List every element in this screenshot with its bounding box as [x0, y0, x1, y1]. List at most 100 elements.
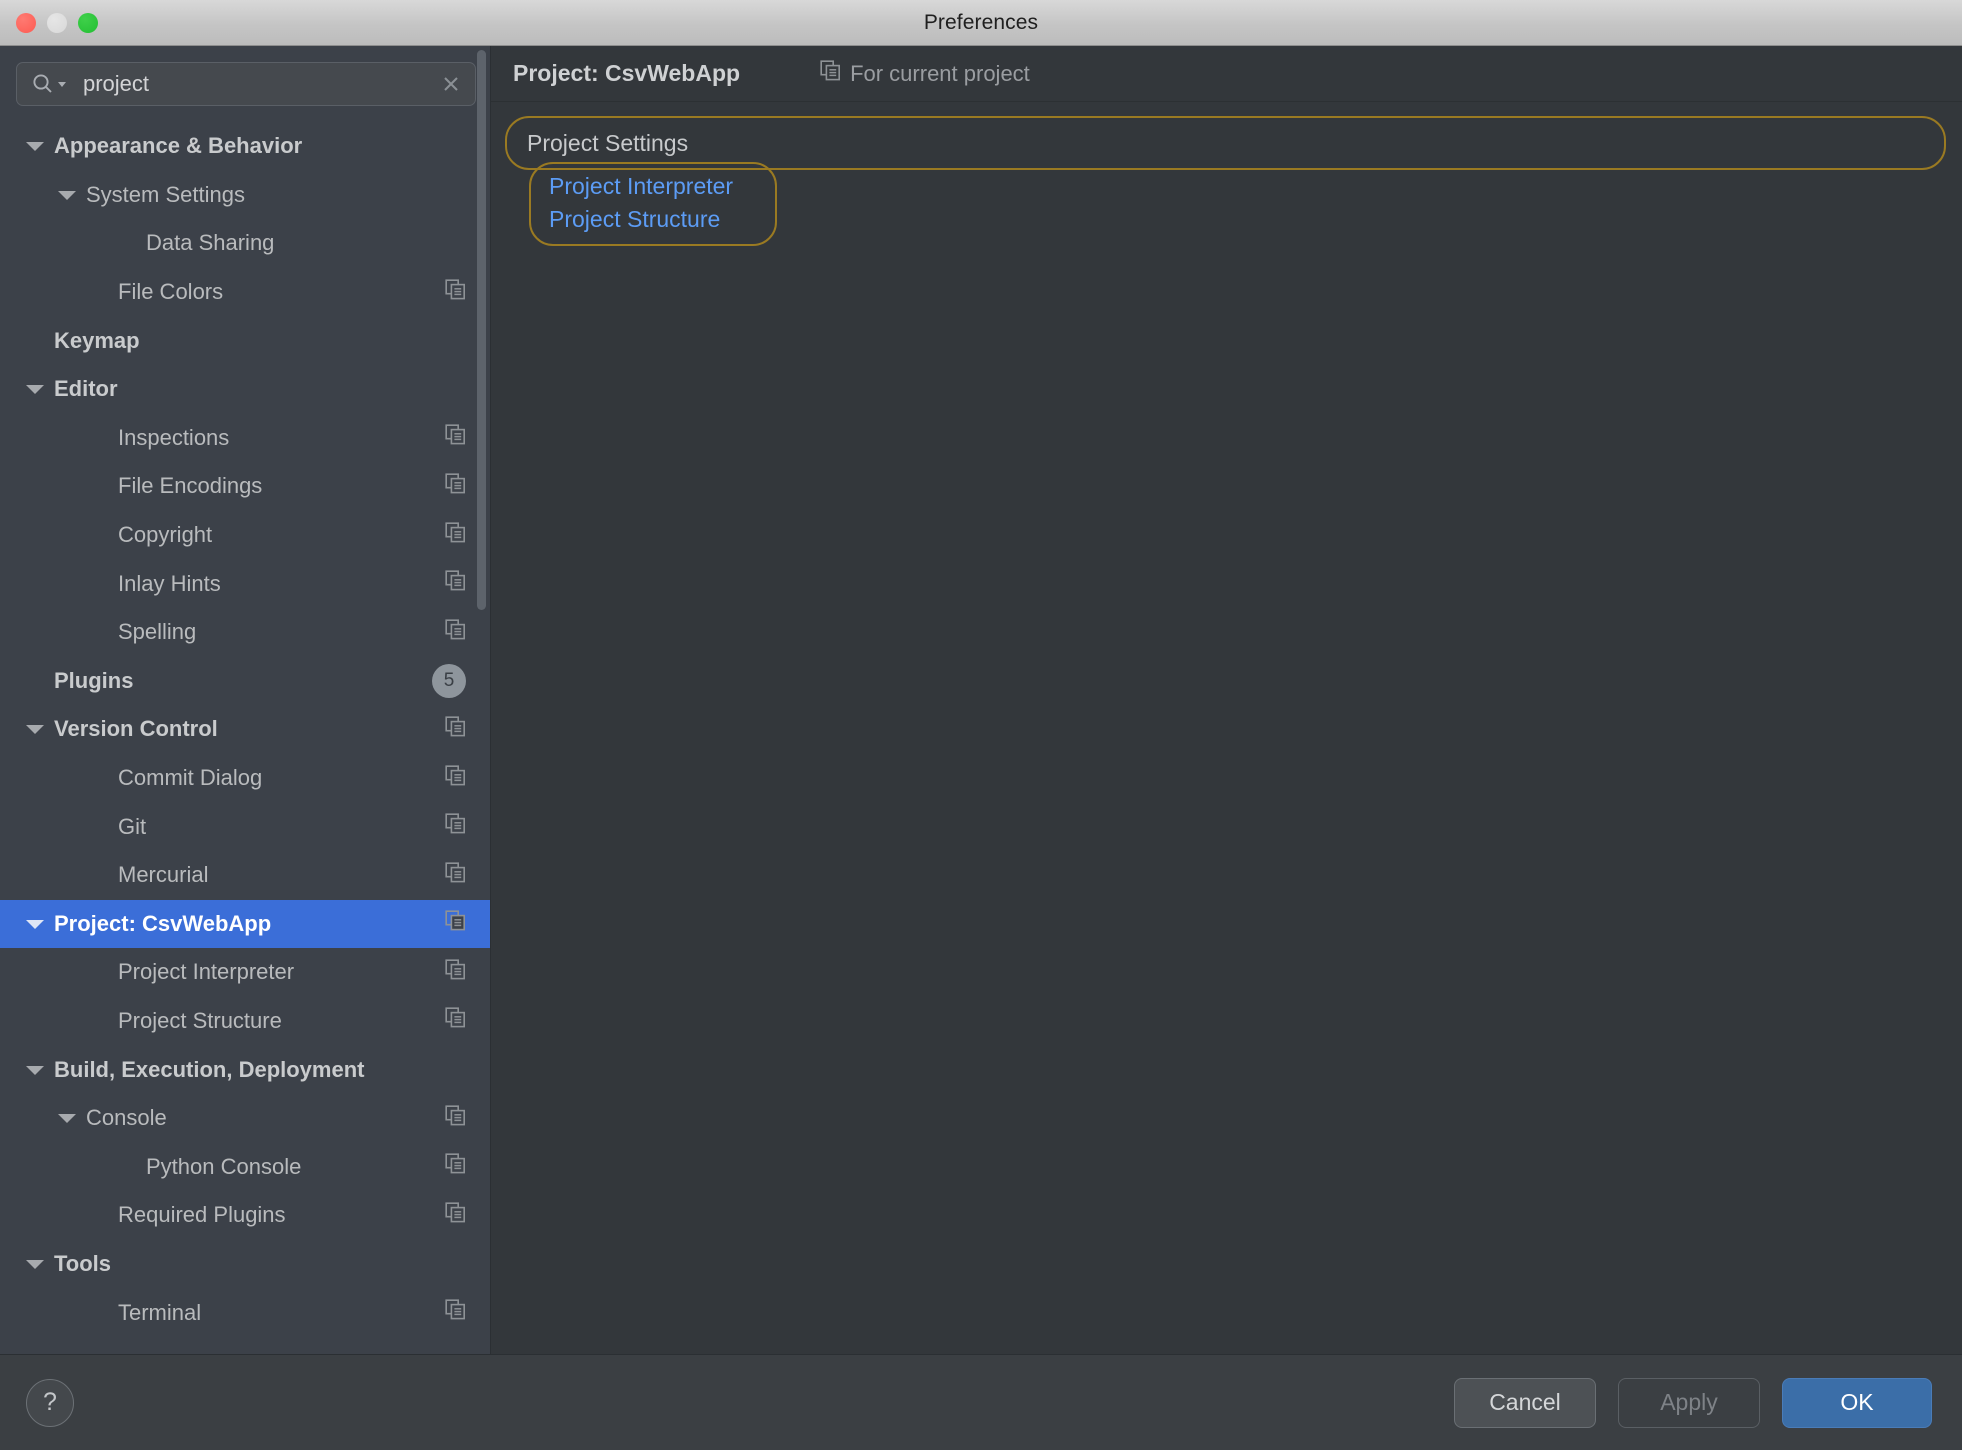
search-icon[interactable] [31, 72, 67, 96]
sidebar-item-python-console[interactable]: Python Console [0, 1142, 490, 1191]
sidebar-item-trailing: 5 [432, 663, 466, 698]
sidebar-item-copyright[interactable]: Copyright [0, 511, 490, 560]
search-container [0, 46, 490, 116]
sidebar-item-project-csvwebapp[interactable]: Project: CsvWebApp [0, 899, 490, 949]
sidebar-item-inlay-hints[interactable]: Inlay Hints [0, 559, 490, 608]
sidebar-item-required-plugins[interactable]: Required Plugins [0, 1191, 490, 1240]
content-link-project-structure[interactable]: Project Structure [531, 203, 775, 236]
scope-indicator: For current project [820, 60, 1030, 87]
sidebar-item-label: Mercurial [118, 862, 209, 888]
help-button[interactable]: ? [26, 1378, 74, 1427]
chevron-down-icon[interactable] [26, 1061, 44, 1079]
copy-icon [445, 813, 466, 840]
sidebar-item-label: Required Plugins [118, 1202, 286, 1228]
sidebar-item-trailing [445, 1007, 466, 1034]
sidebar-item-data-sharing[interactable]: Data Sharing [0, 219, 490, 268]
sidebar-item-spelling[interactable]: Spelling [0, 608, 490, 657]
sidebar-item-trailing [445, 521, 466, 549]
chevron-down-icon[interactable] [58, 1109, 76, 1127]
chevron-down-icon[interactable] [58, 186, 76, 204]
sidebar-item-label: File Encodings [118, 473, 263, 499]
sidebar-item-tools[interactable]: Tools [0, 1240, 490, 1289]
sidebar-scrollbar[interactable] [477, 50, 486, 1350]
chevron-down-icon[interactable] [26, 720, 44, 738]
plugins-count-badge: 5 [432, 663, 466, 698]
sidebar-item-plugins[interactable]: Plugins 5 [0, 657, 490, 706]
copy-icon [445, 521, 466, 549]
sidebar-item-trailing [445, 716, 466, 743]
chevron-down-icon[interactable] [26, 137, 44, 155]
sidebar-item-system-settings[interactable]: System Settings [0, 171, 490, 220]
sidebar-item-inspections[interactable]: Inspections [0, 414, 490, 463]
copy-icon [820, 60, 841, 87]
sidebar-item-label: Project Structure [118, 1007, 282, 1033]
sidebar-item-version-control[interactable]: Version Control [0, 705, 490, 754]
sidebar-item-git[interactable]: Git [0, 802, 490, 851]
sidebar-scrollbar-thumb[interactable] [477, 50, 486, 610]
dialog-body: Appearance & Behavior System Settings Data… [0, 46, 1962, 1354]
sidebar-item-editor[interactable]: Editor [0, 365, 490, 414]
preferences-window: Preferences project Appearance & Behavio… [0, 0, 1962, 1450]
sidebar-item-label: Inspections [118, 424, 230, 450]
search-input[interactable] [67, 71, 433, 97]
chevron-down-icon[interactable] [26, 380, 44, 398]
sidebar-item-mercurial[interactable]: Mercurial [0, 851, 490, 900]
sidebar-item-console[interactable]: Console [0, 1094, 490, 1143]
sidebar-item-project-interpreter[interactable]: Project Interpreter [0, 948, 490, 997]
sidebar-item-terminal[interactable]: Terminal [0, 1288, 490, 1337]
section-label: Project Settings [527, 129, 689, 156]
sidebar-item-label: Project Interpreter [118, 959, 295, 985]
chevron-down-icon [58, 82, 66, 87]
sidebar-item-trailing [445, 619, 466, 646]
sidebar-item-file-encodings[interactable]: File Encodings [0, 462, 490, 511]
sidebar-item-label: Terminal [118, 1299, 202, 1325]
sidebar-item-build-execution-deployment[interactable]: Build, Execution, Deployment [0, 1045, 490, 1094]
clear-search-icon[interactable] [433, 63, 469, 105]
sidebar-item-trailing [445, 424, 466, 451]
sidebar-item-trailing [445, 1153, 466, 1180]
content-header: Project: CsvWebApp For current project [491, 46, 1962, 102]
sidebar-item-label: Copyright [118, 522, 213, 548]
sidebar-item-project-structure[interactable]: Project Structure [0, 997, 490, 1046]
copy-icon [445, 910, 466, 937]
sidebar-item-trailing [445, 910, 466, 937]
ok-button[interactable]: OK [1782, 1377, 1932, 1428]
sidebar-item-file-colors[interactable]: File Colors [0, 268, 490, 317]
sidebar-item-appearance-behavior[interactable]: Appearance & Behavior [0, 122, 490, 171]
copy-icon [445, 959, 466, 986]
sidebar-item-label: Project: CsvWebApp [54, 910, 272, 936]
copy-icon [445, 278, 466, 306]
sidebar-item-trailing [445, 862, 466, 889]
sidebar-item-label: Data Sharing [146, 230, 275, 256]
chevron-down-icon[interactable] [26, 915, 44, 933]
apply-button[interactable]: Apply [1618, 1377, 1760, 1428]
settings-sidebar: Appearance & Behavior System Settings Data… [0, 46, 491, 1354]
settings-tree[interactable]: Appearance & Behavior System Settings Data… [0, 116, 490, 1354]
cancel-button[interactable]: Cancel [1454, 1377, 1596, 1428]
sidebar-item-label: System Settings [86, 181, 245, 207]
sidebar-item-label: Commit Dialog [118, 765, 263, 791]
sidebar-item-commit-dialog[interactable]: Commit Dialog [0, 754, 490, 803]
sidebar-item-trailing [445, 278, 466, 306]
settings-content: Project: CsvWebApp For current project P… [491, 46, 1962, 1354]
sidebar-item-label: Inlay Hints [118, 570, 221, 596]
sidebar-item-trailing [445, 813, 466, 840]
copy-icon [445, 716, 466, 743]
sidebar-item-trailing [445, 959, 466, 986]
chevron-down-icon[interactable] [26, 1255, 44, 1273]
content-link-project-interpreter[interactable]: Project Interpreter [531, 170, 775, 203]
sidebar-item-keymap[interactable]: Keymap [0, 316, 490, 365]
search-box[interactable] [16, 62, 476, 106]
sidebar-item-label: Version Control [54, 716, 218, 742]
